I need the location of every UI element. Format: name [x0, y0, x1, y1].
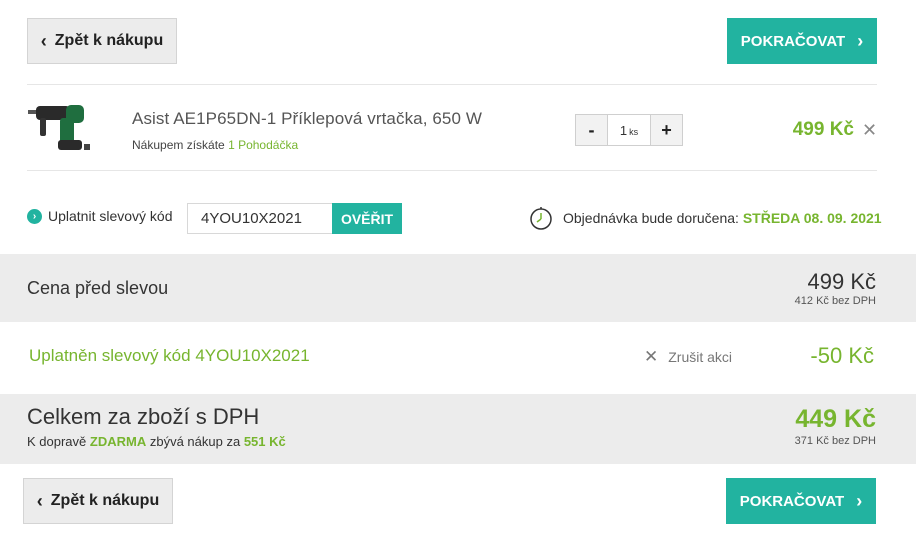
total-no-vat: 371 Kč bez DPH	[794, 435, 876, 447]
applied-coupon-label: Uplatněn slevový kód 4YOU10X2021	[29, 346, 310, 365]
quantity-decrease-button[interactable]: -	[576, 115, 607, 145]
cancel-discount-button[interactable]: ✕ Zrušit akci	[644, 347, 732, 367]
delivery-info: Objednávka bude doručena: STŘEDA 08. 09.…	[529, 206, 882, 230]
divider	[27, 84, 877, 85]
arrow-circle-icon: ›	[27, 208, 42, 224]
close-icon: ✕	[644, 347, 659, 366]
points-value: 1 Pohodáčka	[228, 138, 299, 152]
shipping-prefix: K dopravě	[27, 434, 87, 449]
chevron-right-icon: ›	[857, 31, 864, 51]
divider	[27, 170, 877, 171]
quantity-input[interactable]: 1 ks	[607, 115, 651, 145]
total-price: 449 Kč	[795, 405, 876, 433]
verify-coupon-button[interactable]: OVĚŘIT	[332, 203, 402, 234]
total-label: Celkem za zboží s DPH	[27, 404, 260, 429]
delivery-date: STŘEDA 08. 09. 2021	[742, 210, 882, 226]
coupon-input[interactable]	[187, 203, 333, 234]
chevron-left-icon: ‹	[36, 491, 43, 511]
price-before-label: Cena před slevou	[27, 278, 169, 298]
remove-item-icon[interactable]: ✕	[862, 120, 877, 141]
quantity-increase-button[interactable]: +	[651, 115, 682, 145]
price-before-no-vat: 412 Kč bez DPH	[794, 295, 876, 307]
cancel-discount-label: Zrušit akci	[668, 349, 733, 365]
product-name[interactable]: Asist AE1P65DN-1 Příklepová vrtačka, 650…	[132, 109, 482, 129]
quantity-unit: ks	[629, 126, 639, 137]
back-to-shop-button[interactable]: ‹ Zpět k nákupu	[27, 18, 177, 64]
quantity-value: 1	[619, 122, 628, 138]
chevron-right-icon: ›	[856, 491, 863, 511]
product-price: 499 Kč	[792, 119, 854, 140]
shipping-middle: zbývá nákup za	[149, 434, 241, 449]
back-to-shop-label: Zpět k nákupu	[54, 32, 164, 49]
continue-label: POKRAČOVAT	[740, 32, 846, 50]
shipping-note: K dopravě ZDARMA zbývá nákup za 551 Kč	[27, 434, 286, 449]
product-image[interactable]	[26, 100, 92, 154]
price-before-discount-row: Cena před slevou 499 Kč 412 Kč bez DPH	[0, 254, 916, 322]
back-to-shop-label: Zpět k nákupu	[50, 492, 160, 509]
continue-label: POKRAČOVAT	[739, 492, 845, 510]
coupon-label: Uplatnit slevový kód	[48, 208, 173, 224]
delivery-label: Objednávka bude doručena:	[563, 210, 739, 226]
product-points: Nákupem získáte 1 Pohodáčka	[132, 138, 298, 152]
chevron-left-icon: ‹	[40, 31, 47, 51]
points-prefix: Nákupem získáte	[132, 138, 225, 152]
continue-button[interactable]: POKRAČOVAT ›	[727, 18, 877, 64]
coupon-toggle[interactable]: › Uplatnit slevový kód	[27, 208, 173, 224]
back-to-shop-button-bottom[interactable]: ‹ Zpět k nákupu	[23, 478, 173, 524]
clock-icon	[530, 207, 552, 230]
discount-value: -50 Kč	[810, 343, 874, 368]
price-before-value: 499 Kč	[807, 269, 877, 294]
continue-button-bottom[interactable]: POKRAČOVAT ›	[726, 478, 876, 524]
shipping-free: ZDARMA	[89, 434, 147, 449]
quantity-stepper: - 1 ks +	[575, 114, 683, 146]
shipping-remaining: 551 Kč	[243, 434, 286, 449]
